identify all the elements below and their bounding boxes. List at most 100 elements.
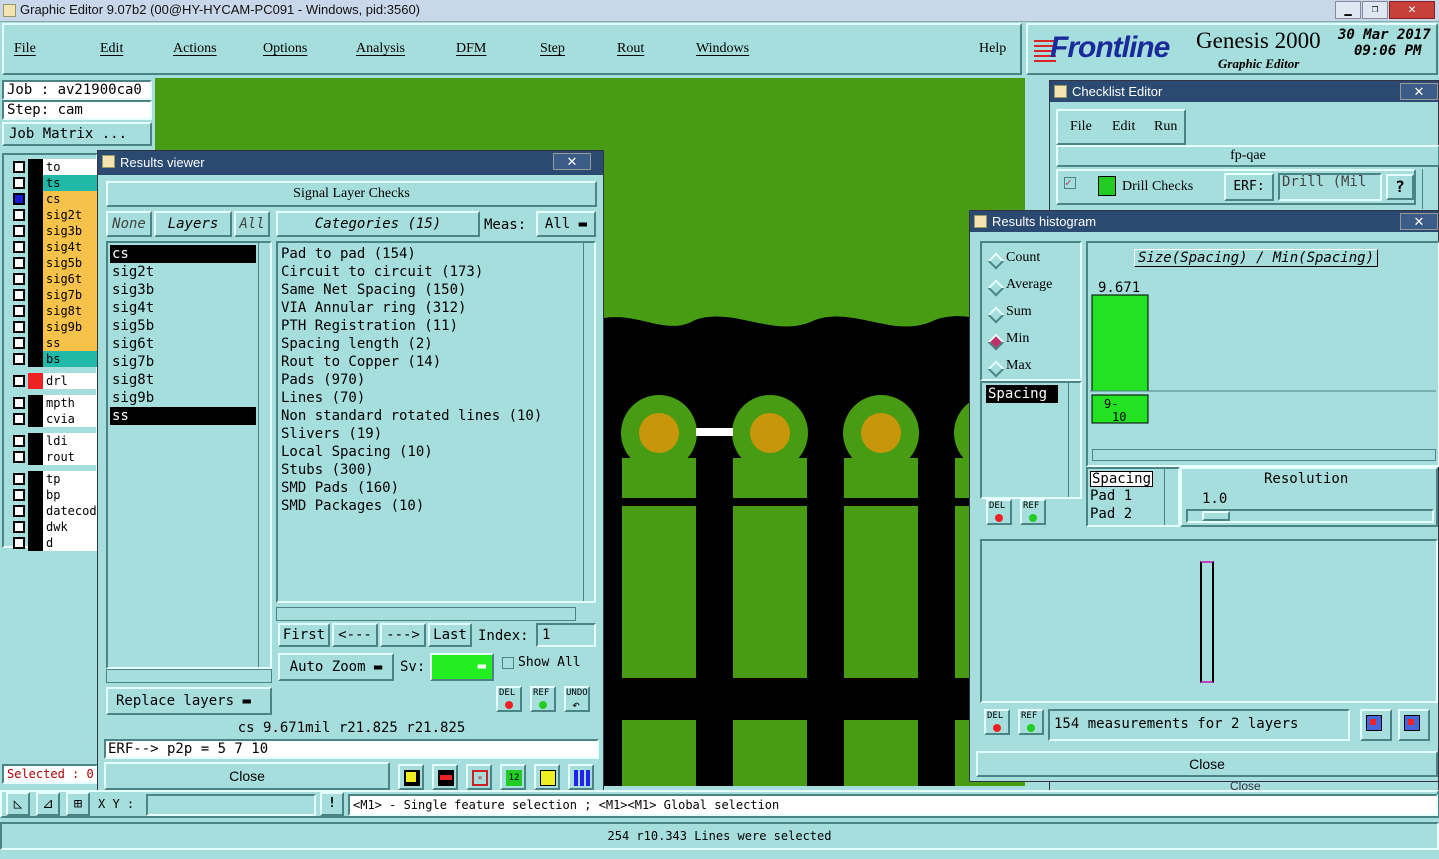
replace-layers-dropdown[interactable]: Replace layers ▬ bbox=[106, 687, 272, 715]
layer-checkbox[interactable] bbox=[13, 257, 25, 269]
layer-checkbox[interactable] bbox=[13, 177, 25, 189]
list-item[interactable]: VIA Annular ring (312) bbox=[281, 299, 581, 317]
mode-label[interactable]: Min bbox=[1006, 331, 1029, 347]
sv-color-dropdown[interactable]: ▬ bbox=[430, 653, 494, 681]
list-item[interactable]: Slivers (19) bbox=[281, 425, 581, 443]
maximize-button[interactable]: ❐ bbox=[1362, 1, 1388, 19]
layer-list[interactable]: cs sig2t sig3b sig4t sig5b sig6t sig7b sig8t sig… bbox=[106, 241, 272, 669]
mode-radio[interactable] bbox=[987, 333, 1005, 351]
layer-row[interactable]: tp bbox=[10, 471, 100, 487]
last-button[interactable]: Last bbox=[428, 623, 472, 647]
hist-ref-button[interactable]: REF bbox=[1020, 499, 1046, 525]
layer-row[interactable]: ss bbox=[10, 335, 100, 351]
layer-checkbox[interactable] bbox=[13, 273, 25, 285]
checklist-row[interactable]: ✓ Drill Checks ERF: Drill (Mil ? bbox=[1056, 169, 1416, 205]
list-item[interactable]: sig6t bbox=[110, 335, 256, 353]
list-item[interactable]: sig4t bbox=[110, 299, 256, 317]
layer-checkbox[interactable] bbox=[13, 537, 25, 549]
all-layers-button[interactable]: All bbox=[234, 211, 270, 237]
layer-row[interactable]: ts bbox=[10, 175, 100, 191]
layer-checkbox[interactable] bbox=[13, 321, 25, 333]
layer-checkbox[interactable] bbox=[13, 305, 25, 317]
layer-row[interactable]: sig7b bbox=[10, 287, 100, 303]
layer-checkbox[interactable] bbox=[13, 241, 25, 253]
next-button[interactable]: ---> bbox=[380, 623, 426, 647]
undo-button[interactable]: UNDO ↶ bbox=[564, 686, 590, 713]
layer-checkbox[interactable] bbox=[13, 225, 25, 237]
list-item[interactable]: cs bbox=[110, 245, 256, 263]
mode-label[interactable]: Count bbox=[1006, 250, 1040, 266]
category-list[interactable]: Pad to pad (154) Circuit to circuit (173)… bbox=[276, 241, 596, 603]
layer-list-hscroll[interactable] bbox=[106, 669, 272, 683]
list-item[interactable]: sig2t bbox=[110, 263, 256, 281]
close-icon[interactable]: ✕ bbox=[1400, 213, 1438, 230]
layer-row[interactable]: sig4t bbox=[10, 239, 100, 255]
histogram-icon[interactable] bbox=[568, 764, 594, 790]
layer-row[interactable]: drl bbox=[10, 373, 100, 389]
list-item[interactable]: sig3b bbox=[110, 281, 256, 299]
menu-analysis[interactable]: Analysis bbox=[356, 41, 405, 57]
resolution-slider-handle[interactable] bbox=[1202, 511, 1230, 521]
resolution-slider[interactable] bbox=[1186, 509, 1434, 523]
minimize-button[interactable]: ▁ bbox=[1335, 1, 1361, 19]
sort-icon[interactable]: 12 bbox=[500, 764, 526, 790]
measure-icon[interactable]: ⊿ bbox=[36, 792, 60, 816]
first-button[interactable]: First bbox=[278, 623, 330, 647]
layer-row[interactable]: datecode bbox=[10, 503, 104, 519]
histogram-close-button[interactable]: Close bbox=[976, 751, 1438, 777]
help-menu[interactable]: Help bbox=[979, 41, 1006, 57]
layer-checkbox[interactable] bbox=[13, 193, 25, 205]
list-item[interactable]: Spacing bbox=[1090, 471, 1154, 487]
hist-list-scrollbar[interactable] bbox=[1068, 383, 1080, 497]
close-window-button[interactable]: ✕ bbox=[1389, 1, 1435, 19]
list-item[interactable]: Pad 1 bbox=[1090, 487, 1153, 505]
layer-row[interactable]: ldi bbox=[10, 433, 100, 449]
menu-dfm[interactable]: DFM bbox=[456, 41, 486, 57]
layer-checkbox[interactable] bbox=[13, 473, 25, 485]
list-item[interactable]: Rout to Copper (14) bbox=[281, 353, 581, 371]
layer-checkbox[interactable] bbox=[13, 413, 25, 425]
hist-del-button-2[interactable]: DEL bbox=[984, 709, 1010, 735]
layer-checkbox[interactable] bbox=[13, 353, 25, 365]
menu-options[interactable]: Options bbox=[263, 41, 307, 57]
list-item[interactable]: Stubs (300) bbox=[281, 461, 581, 479]
results-close-button[interactable]: Close bbox=[104, 762, 390, 790]
checklist-edit-menu[interactable]: Edit bbox=[1112, 119, 1135, 135]
row-checkbox[interactable]: ✓ bbox=[1064, 177, 1076, 189]
erf-input[interactable]: Drill (Mil bbox=[1278, 173, 1382, 201]
menu-step[interactable]: Step bbox=[540, 41, 565, 57]
auto-zoom-dropdown[interactable]: Auto Zoom ▬ bbox=[278, 653, 394, 681]
layer-list-scrollbar[interactable] bbox=[258, 243, 270, 667]
layer-row[interactable]: sig8t bbox=[10, 303, 100, 319]
ref-button[interactable]: REF bbox=[530, 686, 556, 712]
category-list-scrollbar[interactable] bbox=[583, 243, 595, 601]
list-item[interactable]: Pad 2 bbox=[1090, 505, 1153, 523]
layer-checkbox[interactable] bbox=[13, 435, 25, 447]
list-item[interactable]: SMD Pads (160) bbox=[281, 479, 581, 497]
list-item[interactable]: SMD Packages (10) bbox=[281, 497, 581, 515]
list-item[interactable]: Spacing bbox=[986, 385, 1058, 403]
category-list-hscroll[interactable] bbox=[276, 607, 576, 621]
layer-row[interactable]: sig5b bbox=[10, 255, 100, 271]
help-button[interactable]: ? bbox=[1386, 174, 1414, 200]
checklist-file-menu[interactable]: File bbox=[1070, 119, 1092, 135]
report-icon[interactable] bbox=[534, 764, 560, 790]
del-button[interactable]: DEL bbox=[496, 686, 522, 712]
list-item[interactable]: ss bbox=[110, 407, 256, 425]
menu-actions[interactable]: Actions bbox=[173, 41, 217, 57]
xy-input[interactable] bbox=[146, 794, 316, 816]
mode-radio[interactable] bbox=[987, 279, 1005, 297]
layer-checkbox[interactable] bbox=[13, 337, 25, 349]
chart-hscroll[interactable] bbox=[1092, 449, 1436, 461]
prev-button[interactable]: <--- bbox=[332, 623, 378, 647]
layer-checkbox[interactable] bbox=[13, 451, 25, 463]
close-icon[interactable]: ✕ bbox=[1400, 83, 1438, 100]
layer-checkbox[interactable] bbox=[13, 505, 25, 517]
job-matrix-button[interactable]: Job Matrix ... bbox=[2, 122, 152, 146]
meas-dropdown[interactable]: All ▬ bbox=[536, 211, 596, 237]
menu-file[interactable]: File bbox=[14, 41, 36, 57]
snap-icon[interactable]: ◺ bbox=[6, 792, 30, 816]
list-item[interactable]: Circuit to circuit (173) bbox=[281, 263, 581, 281]
res-list[interactable]: Spacing Pad 1 Pad 2 bbox=[1086, 467, 1180, 527]
list-item[interactable]: Pad to pad (154) bbox=[281, 245, 581, 263]
